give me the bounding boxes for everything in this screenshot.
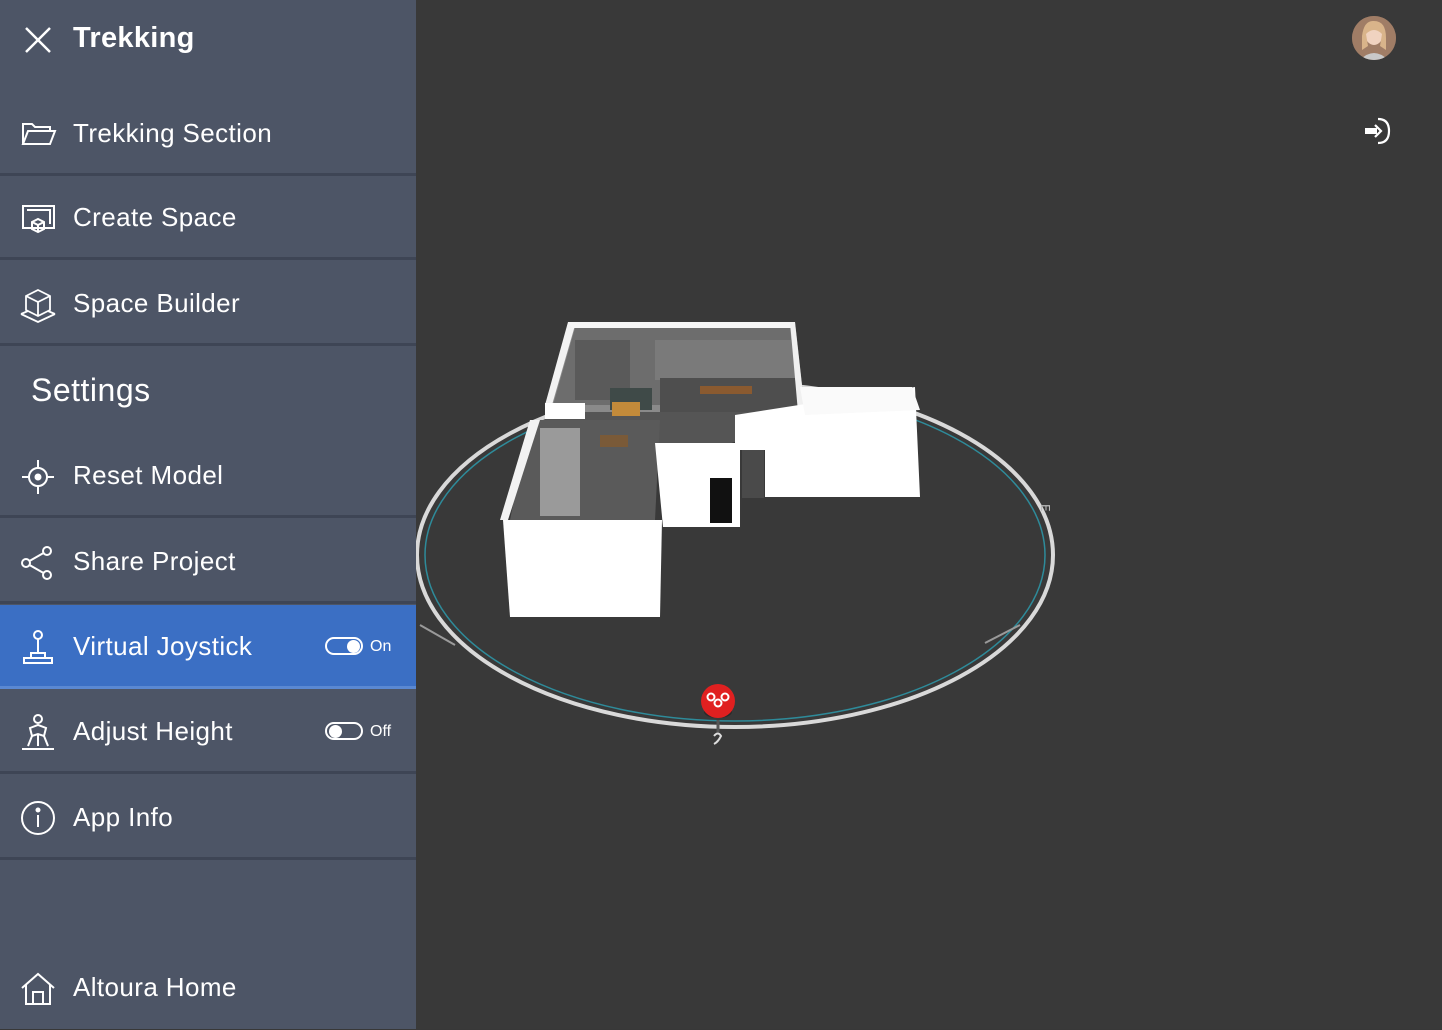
person-height-icon xyxy=(18,712,58,752)
menu-item-label: App Info xyxy=(73,802,174,832)
menu-item-app-info[interactable]: App Info xyxy=(0,776,416,860)
menu-item-share-project[interactable]: Share Project xyxy=(0,520,416,604)
folder-open-icon xyxy=(18,114,58,154)
cube-icon xyxy=(18,284,58,324)
menu-item-label: Adjust Height xyxy=(73,716,233,746)
crosshair-icon xyxy=(18,456,58,496)
share-icon xyxy=(18,542,58,582)
menu-item-label: Virtual Joystick xyxy=(73,631,253,661)
toggle-state-label: On xyxy=(370,638,392,655)
joystick-icon xyxy=(18,627,58,667)
menu-item-label: Space Builder xyxy=(73,288,241,318)
location-pin-icon[interactable] xyxy=(697,684,739,750)
menu-item-label: Create Space xyxy=(73,202,237,232)
sidebar-header: Trekking xyxy=(0,0,416,80)
exit-icon[interactable] xyxy=(1360,114,1394,148)
close-icon[interactable] xyxy=(22,24,54,56)
create-space-icon xyxy=(18,198,58,238)
compass-mark: E xyxy=(1038,504,1052,512)
menu-item-trekking-section[interactable]: Trekking Section xyxy=(0,92,416,176)
menu-item-label: Share Project xyxy=(73,546,236,576)
menu-item-adjust-height[interactable]: Adjust Height Off xyxy=(0,690,416,774)
building-model xyxy=(500,322,920,617)
user-avatar[interactable] xyxy=(1352,16,1396,60)
virtual-joystick-toggle[interactable] xyxy=(325,637,363,655)
toggle-knob xyxy=(329,725,342,738)
toggle-state-label: Off xyxy=(370,723,392,740)
adjust-height-toggle[interactable] xyxy=(325,722,363,740)
menu-item-label: Trekking Section xyxy=(73,118,273,148)
info-icon xyxy=(18,798,58,838)
sidebar-title: Trekking xyxy=(73,22,195,54)
menu-item-altoura-home[interactable]: Altoura Home xyxy=(0,946,416,1030)
settings-heading: Settings xyxy=(31,372,151,408)
menu-item-label: Altoura Home xyxy=(73,972,237,1002)
menu-item-virtual-joystick[interactable]: Virtual Joystick On xyxy=(0,605,416,689)
home-icon xyxy=(18,968,58,1008)
sidebar: Trekking Trekking Section Create Space S… xyxy=(0,0,416,1029)
menu-item-label: Reset Model xyxy=(73,460,224,490)
menu-item-create-space[interactable]: Create Space xyxy=(0,176,416,260)
menu-item-reset-model[interactable]: Reset Model xyxy=(0,434,416,518)
menu-item-space-builder[interactable]: Space Builder xyxy=(0,262,416,346)
toggle-knob xyxy=(347,640,360,653)
model-scene[interactable]: E xyxy=(416,0,1442,1029)
